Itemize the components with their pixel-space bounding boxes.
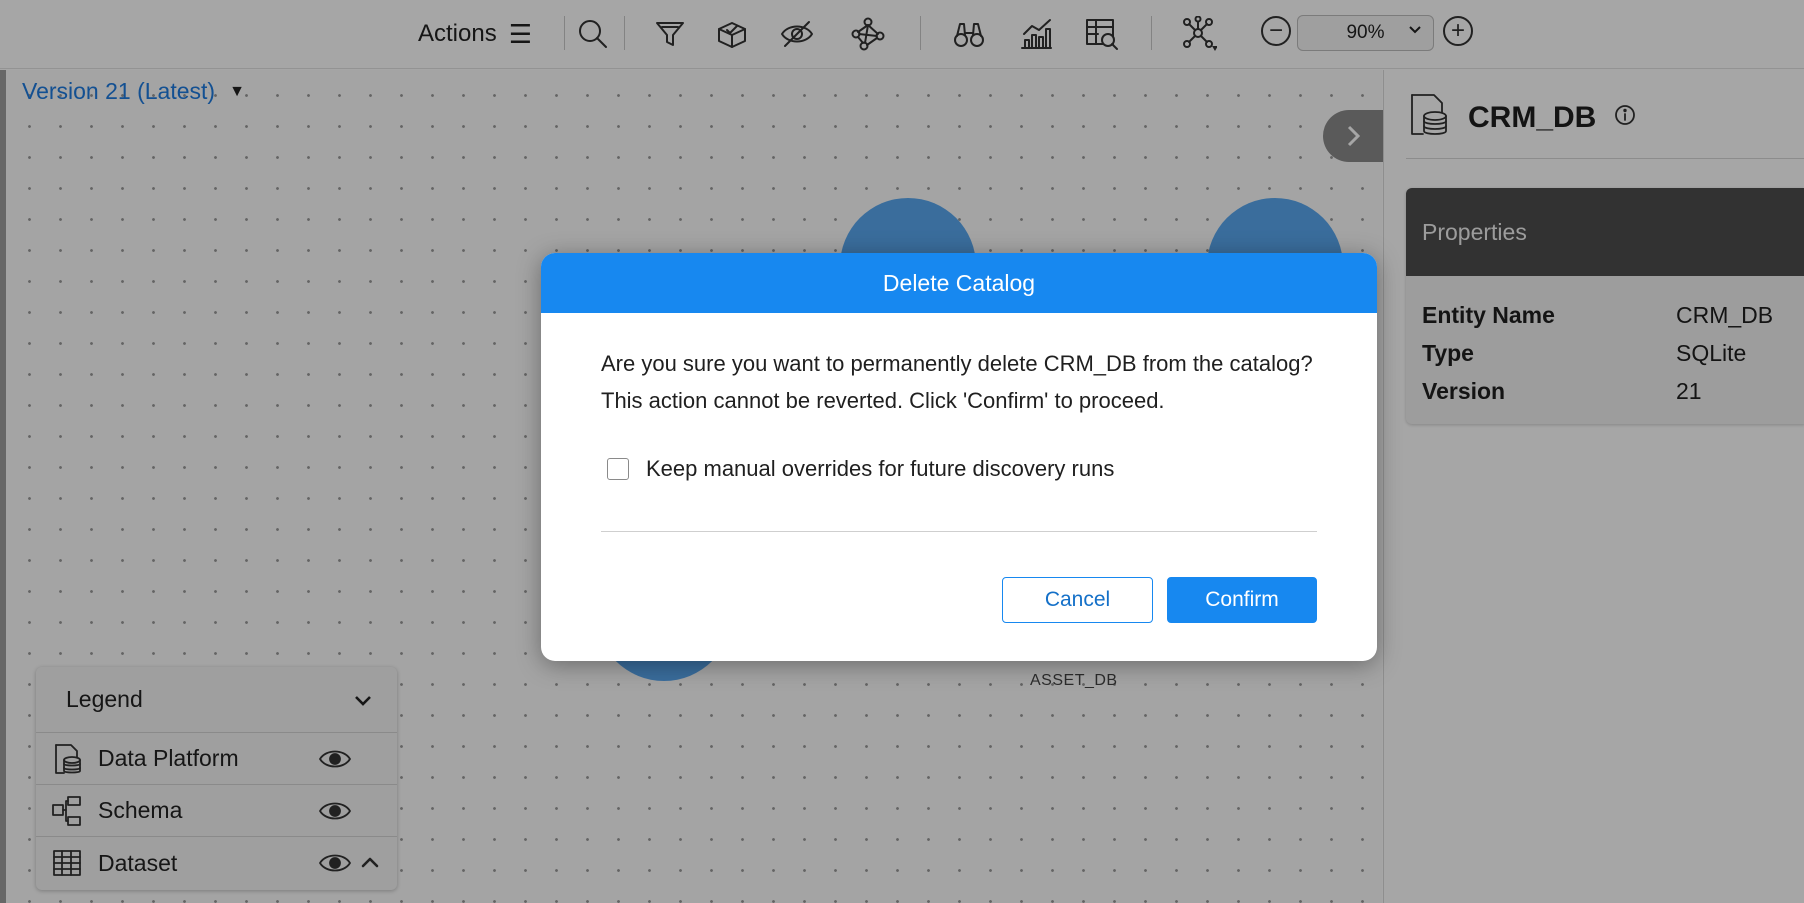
dialog-message: Are you sure you want to permanently del… [601, 345, 1317, 419]
dialog-title: Delete Catalog [541, 253, 1377, 313]
keep-overrides-checkbox[interactable] [607, 458, 629, 480]
confirm-button[interactable]: Confirm [1167, 577, 1317, 623]
dialog-message-line: Are you sure you want to permanently del… [601, 351, 1313, 376]
dialog-message-line: This action cannot be reverted. Click 'C… [601, 388, 1165, 413]
cancel-button[interactable]: Cancel [1002, 577, 1153, 623]
delete-catalog-dialog: Delete Catalog Are you sure you want to … [541, 253, 1377, 661]
checkbox-label: Keep manual overrides for future discove… [646, 456, 1115, 481]
dialog-divider [601, 531, 1317, 532]
keep-overrides-option[interactable]: Keep manual overrides for future discove… [607, 456, 1114, 482]
